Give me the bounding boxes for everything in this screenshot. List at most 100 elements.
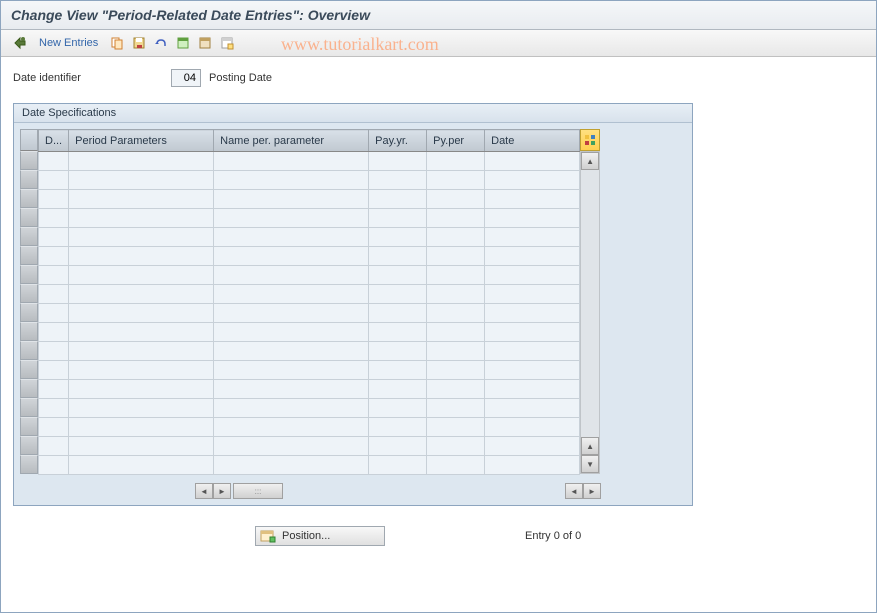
table-cell[interactable]: [485, 323, 580, 342]
table-row[interactable]: [39, 209, 580, 228]
row-selector[interactable]: [20, 284, 38, 303]
table-row[interactable]: [39, 456, 580, 475]
table-cell[interactable]: [369, 418, 427, 437]
scroll-right2-icon[interactable]: ►: [583, 483, 601, 499]
table-cell[interactable]: [39, 361, 69, 380]
row-selector[interactable]: [20, 398, 38, 417]
table-cell[interactable]: [369, 228, 427, 247]
table-cell[interactable]: [369, 190, 427, 209]
position-button[interactable]: Position...: [255, 526, 385, 546]
col-header-py-per[interactable]: Py.per: [427, 130, 485, 152]
table-cell[interactable]: [214, 342, 369, 361]
table-cell[interactable]: [214, 209, 369, 228]
table-cell[interactable]: [369, 342, 427, 361]
table-cell[interactable]: [69, 361, 214, 380]
table-cell[interactable]: [427, 456, 485, 475]
table-cell[interactable]: [214, 152, 369, 171]
table-row[interactable]: [39, 361, 580, 380]
table-cell[interactable]: [427, 266, 485, 285]
table-cell[interactable]: [369, 266, 427, 285]
row-selector[interactable]: [20, 455, 38, 474]
table-row[interactable]: [39, 304, 580, 323]
table-cell[interactable]: [69, 399, 214, 418]
table-cell[interactable]: [69, 152, 214, 171]
table-cell[interactable]: [427, 190, 485, 209]
row-selector[interactable]: [20, 208, 38, 227]
table-cell[interactable]: [214, 418, 369, 437]
table-row[interactable]: [39, 380, 580, 399]
table-cell[interactable]: [39, 247, 69, 266]
table-cell[interactable]: [214, 456, 369, 475]
select-all-icon[interactable]: [174, 34, 192, 52]
table-row[interactable]: [39, 228, 580, 247]
table-cell[interactable]: [69, 285, 214, 304]
table-cell[interactable]: [39, 209, 69, 228]
row-selector[interactable]: [20, 360, 38, 379]
table-cell[interactable]: [39, 399, 69, 418]
row-selector[interactable]: [20, 436, 38, 455]
deselect-icon[interactable]: [218, 34, 236, 52]
table-cell[interactable]: [39, 342, 69, 361]
table-cell[interactable]: [485, 418, 580, 437]
table-cell[interactable]: [39, 323, 69, 342]
table-cell[interactable]: [427, 209, 485, 228]
table-row[interactable]: [39, 437, 580, 456]
table-cell[interactable]: [39, 171, 69, 190]
table-cell[interactable]: [69, 228, 214, 247]
table-cell[interactable]: [485, 380, 580, 399]
table-cell[interactable]: [369, 456, 427, 475]
table-cell[interactable]: [369, 209, 427, 228]
table-row[interactable]: [39, 285, 580, 304]
table-cell[interactable]: [427, 380, 485, 399]
row-selector[interactable]: [20, 265, 38, 284]
table-cell[interactable]: [485, 190, 580, 209]
table-config-icon[interactable]: [580, 129, 600, 151]
table-cell[interactable]: [39, 285, 69, 304]
new-entries-button[interactable]: New Entries: [33, 35, 104, 51]
table-cell[interactable]: [69, 323, 214, 342]
table-cell[interactable]: [69, 380, 214, 399]
table-cell[interactable]: [369, 152, 427, 171]
col-header-name-param[interactable]: Name per. parameter: [214, 130, 369, 152]
row-selector[interactable]: [20, 379, 38, 398]
table-cell[interactable]: [369, 323, 427, 342]
table-cell[interactable]: [214, 304, 369, 323]
table-cell[interactable]: [214, 285, 369, 304]
table-cell[interactable]: [369, 399, 427, 418]
table-row[interactable]: [39, 418, 580, 437]
table-cell[interactable]: [69, 418, 214, 437]
table-cell[interactable]: [427, 247, 485, 266]
table-row[interactable]: [39, 247, 580, 266]
scroll-left-icon[interactable]: ◄: [195, 483, 213, 499]
table-cell[interactable]: [485, 247, 580, 266]
table-cell[interactable]: [214, 380, 369, 399]
table-row[interactable]: [39, 323, 580, 342]
row-selector[interactable]: [20, 170, 38, 189]
table-cell[interactable]: [39, 304, 69, 323]
table-cell[interactable]: [39, 266, 69, 285]
table-cell[interactable]: [369, 361, 427, 380]
table-cell[interactable]: [214, 247, 369, 266]
table-row[interactable]: [39, 399, 580, 418]
table-cell[interactable]: [214, 437, 369, 456]
table-cell[interactable]: [485, 266, 580, 285]
row-selector[interactable]: [20, 151, 38, 170]
table-cell[interactable]: [485, 437, 580, 456]
table-cell[interactable]: [69, 456, 214, 475]
table-cell[interactable]: [427, 228, 485, 247]
table-cell[interactable]: [214, 361, 369, 380]
col-header-period-params[interactable]: Period Parameters: [69, 130, 214, 152]
table-cell[interactable]: [485, 399, 580, 418]
table-cell[interactable]: [427, 342, 485, 361]
table-row[interactable]: [39, 190, 580, 209]
table-cell[interactable]: [69, 437, 214, 456]
table-row[interactable]: [39, 152, 580, 171]
table-cell[interactable]: [369, 171, 427, 190]
table-cell[interactable]: [369, 380, 427, 399]
hscroll-thumb[interactable]: :::: [233, 483, 283, 499]
table-cell[interactable]: [69, 304, 214, 323]
table-cell[interactable]: [39, 190, 69, 209]
row-selector[interactable]: [20, 417, 38, 436]
table-cell[interactable]: [39, 456, 69, 475]
table-cell[interactable]: [485, 209, 580, 228]
